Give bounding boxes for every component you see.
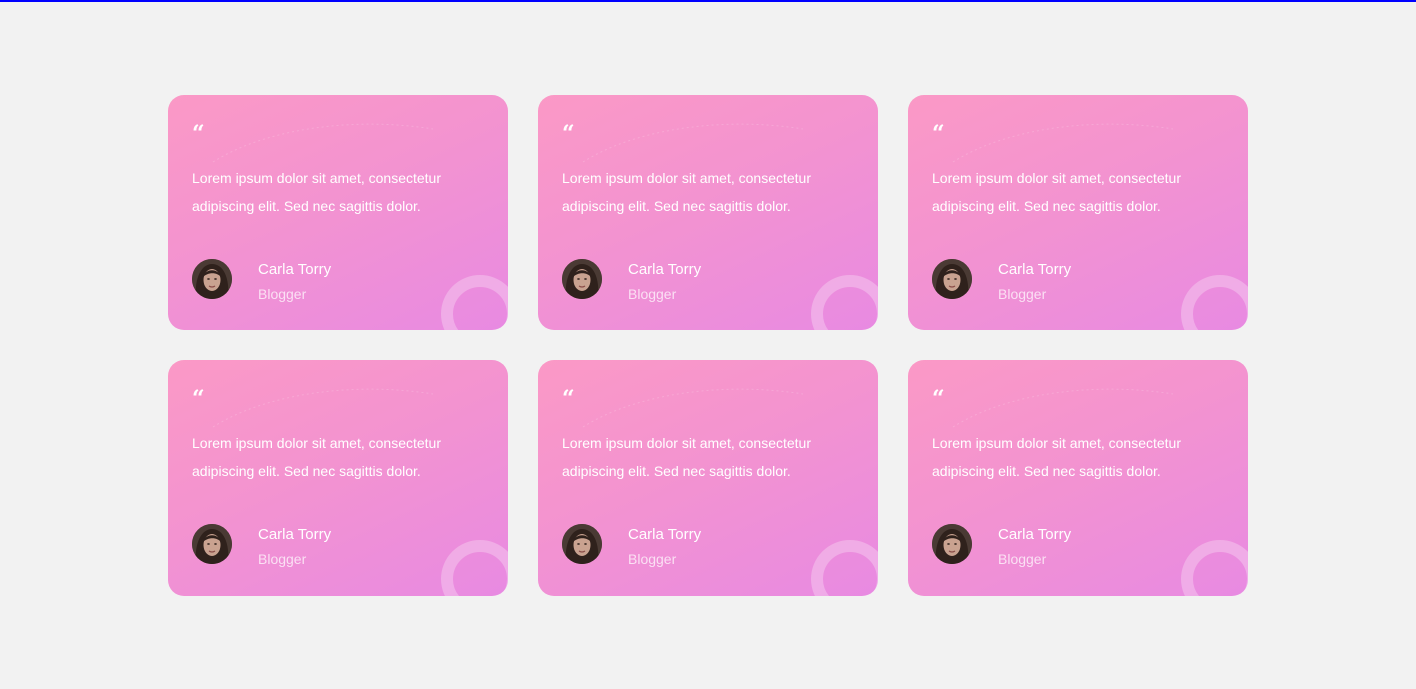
circle-decoration <box>441 540 508 596</box>
testimonial-card: “ Lorem ipsum dolor sit amet, consectetu… <box>538 360 878 596</box>
swirl-decoration <box>952 388 1174 428</box>
quote-icon: “ <box>562 386 575 412</box>
quote-icon: “ <box>932 121 945 147</box>
author-name: Carla Torry <box>628 261 702 278</box>
quote-icon: “ <box>562 121 575 147</box>
avatar <box>562 259 602 299</box>
testimonial-text: Lorem ipsum dolor sit amet, consectetur … <box>192 435 441 479</box>
swirl-decoration <box>212 388 434 428</box>
swirl-decoration <box>952 123 1174 163</box>
author-role: Blogger <box>628 551 677 567</box>
quote-icon: “ <box>932 386 945 412</box>
testimonial-card: “ Lorem ipsum dolor sit amet, consectetu… <box>168 95 508 330</box>
testimonial-card: “ Lorem ipsum dolor sit amet, consectetu… <box>908 360 1248 596</box>
circle-decoration <box>1181 540 1248 596</box>
testimonial-grid: “ Lorem ipsum dolor sit amet, consectetu… <box>168 95 1248 596</box>
avatar <box>932 524 972 564</box>
circle-decoration <box>811 540 878 596</box>
testimonial-text: Lorem ipsum dolor sit amet, consectetur … <box>192 170 441 214</box>
author-name: Carla Torry <box>998 526 1072 543</box>
testimonial-text: Lorem ipsum dolor sit amet, consectetur … <box>932 170 1181 214</box>
author-name: Carla Torry <box>258 261 332 278</box>
testimonial-text: Lorem ipsum dolor sit amet, consectetur … <box>562 170 811 214</box>
top-border-line <box>0 0 1416 2</box>
author-role: Blogger <box>998 286 1047 302</box>
author-name: Carla Torry <box>258 526 332 543</box>
avatar <box>562 524 602 564</box>
circle-decoration <box>1181 275 1248 330</box>
circle-decoration <box>811 275 878 330</box>
avatar <box>192 259 232 299</box>
author-role: Blogger <box>258 551 307 567</box>
author-name: Carla Torry <box>628 526 702 543</box>
swirl-decoration <box>212 123 434 163</box>
author-role: Blogger <box>998 551 1047 567</box>
author-role: Blogger <box>258 286 307 302</box>
author-name: Carla Torry <box>998 261 1072 278</box>
author-role: Blogger <box>628 286 677 302</box>
avatar <box>932 259 972 299</box>
swirl-decoration <box>582 388 804 428</box>
swirl-decoration <box>582 123 804 163</box>
avatar <box>192 524 232 564</box>
testimonial-text: Lorem ipsum dolor sit amet, consectetur … <box>932 435 1181 479</box>
circle-decoration <box>441 275 508 330</box>
testimonial-text: Lorem ipsum dolor sit amet, consectetur … <box>562 435 811 479</box>
quote-icon: “ <box>192 386 205 412</box>
testimonial-card: “ Lorem ipsum dolor sit amet, consectetu… <box>538 95 878 330</box>
testimonial-card: “ Lorem ipsum dolor sit amet, consectetu… <box>168 360 508 596</box>
quote-icon: “ <box>192 121 205 147</box>
testimonial-card: “ Lorem ipsum dolor sit amet, consectetu… <box>908 95 1248 330</box>
